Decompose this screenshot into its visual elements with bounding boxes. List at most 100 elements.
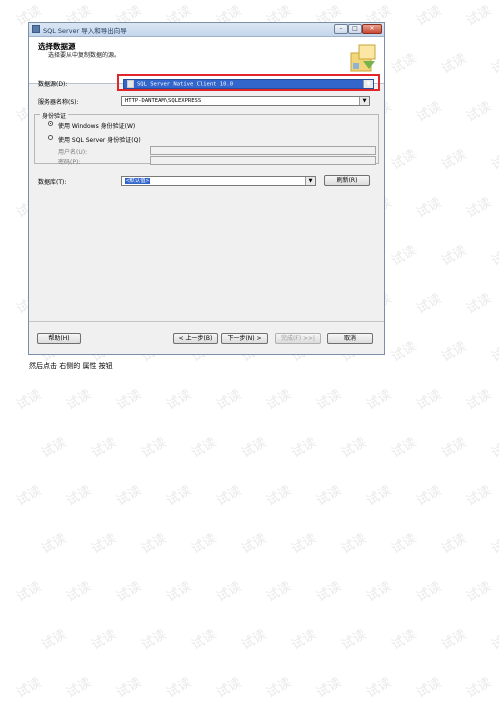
watermark-text: 试读 xyxy=(188,627,220,654)
close-button[interactable]: ✕ xyxy=(362,24,382,34)
caption-text: 然后点击 右侧的 属性 按钮 xyxy=(29,362,113,370)
username-field[interactable] xyxy=(150,146,376,155)
watermark-text: 试读 xyxy=(63,483,95,510)
watermark-text: 试读 xyxy=(313,483,345,510)
watermark-text: 试读 xyxy=(388,531,420,558)
refresh-button[interactable]: 刷新(R) xyxy=(324,175,370,186)
watermark-text: 试读 xyxy=(13,579,45,606)
watermark-text: 试读 xyxy=(263,579,295,606)
watermark-text: 试读 xyxy=(388,147,420,174)
finish-button[interactable]: 完成(F) >>| xyxy=(275,333,321,344)
watermark-text: 试读 xyxy=(463,675,495,702)
watermark-text: 试读 xyxy=(438,531,470,558)
watermark-text: 试读 xyxy=(138,435,170,462)
watermark-text: 试读 xyxy=(438,435,470,462)
watermark-text: 试读 xyxy=(213,579,245,606)
watermark-text: 试读 xyxy=(213,387,245,414)
watermark-text: 试读 xyxy=(338,435,370,462)
auth-legend: 身份验证 xyxy=(40,111,69,120)
watermark-text: 试读 xyxy=(38,627,70,654)
username-label: 用户名(U): xyxy=(58,149,88,156)
watermark-text: 试读 xyxy=(488,339,499,366)
watermark-text: 试读 xyxy=(413,387,445,414)
title-bar[interactable]: SQL Server 导入和导出向导 – □ ✕ xyxy=(29,23,384,37)
minimize-button[interactable]: – xyxy=(334,24,348,34)
watermark-text: 试读 xyxy=(438,627,470,654)
datasource-value: SQL Server Native Client 10.0 xyxy=(137,81,234,88)
server-name-select[interactable]: HTTP-DANTEAM\SQLEXPRESS ▼ xyxy=(121,96,370,106)
watermark-text: 试读 xyxy=(463,3,495,30)
watermark-text: 试读 xyxy=(338,531,370,558)
watermark-text: 试读 xyxy=(138,531,170,558)
watermark-text: 试读 xyxy=(288,435,320,462)
back-button[interactable]: < 上一步(B) xyxy=(173,333,218,344)
watermark-text: 试读 xyxy=(413,195,445,222)
watermark-text: 试读 xyxy=(38,435,70,462)
watermark-text: 试读 xyxy=(438,51,470,78)
watermark-text: 试读 xyxy=(413,99,445,126)
windows-auth-label[interactable]: 使用 Windows 身份验证(W) xyxy=(58,121,135,130)
next-button[interactable]: 下一步(N) > xyxy=(221,333,268,344)
password-field[interactable] xyxy=(150,156,376,165)
watermark-text: 试读 xyxy=(338,627,370,654)
watermark-text: 试读 xyxy=(313,675,345,702)
watermark-text: 试读 xyxy=(238,627,270,654)
watermark-text: 试读 xyxy=(288,531,320,558)
watermark-text: 试读 xyxy=(488,147,499,174)
app-icon xyxy=(32,25,40,33)
watermark-text: 试读 xyxy=(88,435,120,462)
watermark-text: 试读 xyxy=(488,51,499,78)
datasource-label: 数据源(D): xyxy=(38,81,68,88)
watermark-text: 试读 xyxy=(63,579,95,606)
watermark-text: 试读 xyxy=(313,579,345,606)
watermark-text: 试读 xyxy=(188,531,220,558)
server-name-label: 服务器名称(S): xyxy=(38,99,79,106)
watermark-text: 试读 xyxy=(263,387,295,414)
watermark-text: 试读 xyxy=(13,483,45,510)
maximize-button[interactable]: □ xyxy=(348,24,362,34)
watermark-text: 试读 xyxy=(388,51,420,78)
database-select[interactable]: <默认值> ▼ xyxy=(121,176,316,186)
watermark-text: 试读 xyxy=(413,675,445,702)
watermark-text: 试读 xyxy=(438,339,470,366)
watermark-text: 试读 xyxy=(288,627,320,654)
watermark-text: 试读 xyxy=(463,579,495,606)
windows-auth-radio[interactable] xyxy=(48,121,53,126)
watermark-text: 试读 xyxy=(488,531,499,558)
watermark-text: 试读 xyxy=(213,675,245,702)
watermark-text: 试读 xyxy=(238,531,270,558)
watermark-text: 试读 xyxy=(413,579,445,606)
watermark-text: 试读 xyxy=(188,435,220,462)
watermark-text: 试读 xyxy=(113,675,145,702)
watermark-text: 试读 xyxy=(113,579,145,606)
database-label: 数据库(T): xyxy=(38,179,67,186)
watermark-text: 试读 xyxy=(13,387,45,414)
watermark-text: 试读 xyxy=(438,243,470,270)
help-button[interactable]: 帮助(H) xyxy=(37,333,81,344)
watermark-text: 试读 xyxy=(13,675,45,702)
watermark-text: 试读 xyxy=(263,483,295,510)
sql-auth-radio[interactable] xyxy=(48,135,53,140)
datasource-select[interactable]: SQL Server Native Client 10.0 ▼ xyxy=(123,79,374,89)
watermark-text: 试读 xyxy=(213,483,245,510)
database-value: <默认值> xyxy=(125,178,151,184)
watermark-text: 试读 xyxy=(163,387,195,414)
cancel-button[interactable]: 取消 xyxy=(327,333,373,344)
watermark-text: 试读 xyxy=(313,387,345,414)
watermark-text: 试读 xyxy=(463,483,495,510)
wizard-logo-icon xyxy=(350,44,376,72)
watermark-text: 试读 xyxy=(488,627,499,654)
chevron-down-icon[interactable]: ▼ xyxy=(363,80,373,88)
watermark-text: 试读 xyxy=(138,627,170,654)
watermark-text: 试读 xyxy=(88,627,120,654)
page-subtitle: 选择要从中复制数据的源。 xyxy=(48,52,121,59)
sql-auth-label[interactable]: 使用 SQL Server 身份验证(Q) xyxy=(58,135,141,144)
watermark-text: 试读 xyxy=(263,675,295,702)
chevron-down-icon[interactable]: ▼ xyxy=(359,97,369,105)
window-title: SQL Server 导入和导出向导 xyxy=(43,27,127,35)
watermark-text: 试读 xyxy=(463,291,495,318)
chevron-down-icon[interactable]: ▼ xyxy=(305,177,315,185)
watermark-text: 试读 xyxy=(363,387,395,414)
watermark-text: 试读 xyxy=(88,531,120,558)
watermark-text: 试读 xyxy=(413,483,445,510)
